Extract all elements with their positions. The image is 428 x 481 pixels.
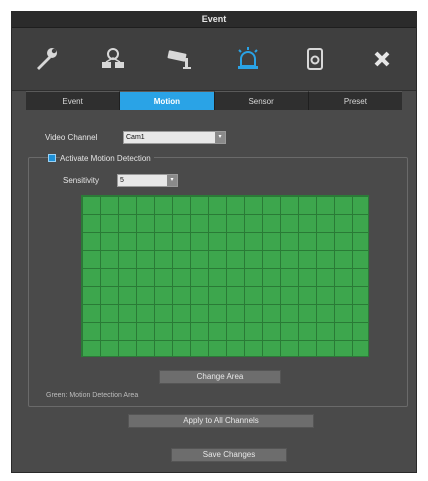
close-icon xyxy=(374,51,390,67)
save-changes-button[interactable]: Save Changes xyxy=(171,448,287,462)
tab-preset[interactable]: Preset xyxy=(308,91,402,110)
toolbar-event-button[interactable] xyxy=(214,28,281,90)
toolbar-network-button[interactable] xyxy=(79,28,146,90)
tab-sensor[interactable]: Sensor xyxy=(214,91,309,110)
chevron-down-icon: ▾ xyxy=(215,132,225,143)
apply-all-channels-button[interactable]: Apply to All Channels xyxy=(128,414,314,428)
tab-motion[interactable]: Motion xyxy=(120,91,215,110)
alarm-icon xyxy=(237,47,258,69)
motion-area-hint: Green: Motion Detection Area xyxy=(46,392,139,399)
camera-icon xyxy=(167,50,192,69)
video-channel-label: Video Channel xyxy=(45,133,98,142)
toolbar-settings-button[interactable] xyxy=(12,28,79,90)
tab-bar: Event Motion Sensor Preset xyxy=(26,91,402,110)
change-area-button[interactable]: Change Area xyxy=(159,370,281,384)
chevron-down-icon: ▾ xyxy=(167,175,177,186)
toolbar-close-button[interactable] xyxy=(349,28,416,90)
network-icon xyxy=(101,48,124,68)
video-channel-value: Cam1 xyxy=(126,134,145,141)
tab-event[interactable]: Event xyxy=(26,91,121,110)
motion-area-grid[interactable] xyxy=(81,195,369,357)
sensitivity-value: 5 xyxy=(120,177,124,184)
activate-motion-checkbox[interactable] xyxy=(48,154,56,162)
activate-motion-label: Activate Motion Detection xyxy=(60,154,154,163)
toolbar xyxy=(12,28,416,91)
sensitivity-select[interactable]: 5 ▾ xyxy=(117,174,178,187)
toolbar-storage-button[interactable] xyxy=(281,28,348,90)
toolbar-camera-button[interactable] xyxy=(147,28,214,90)
window-title: Event xyxy=(12,12,416,28)
sensitivity-label: Sensitivity xyxy=(63,176,100,185)
storage-icon xyxy=(306,48,323,70)
video-channel-select[interactable]: Cam1 ▾ xyxy=(123,131,226,144)
wrench-icon xyxy=(36,48,57,70)
